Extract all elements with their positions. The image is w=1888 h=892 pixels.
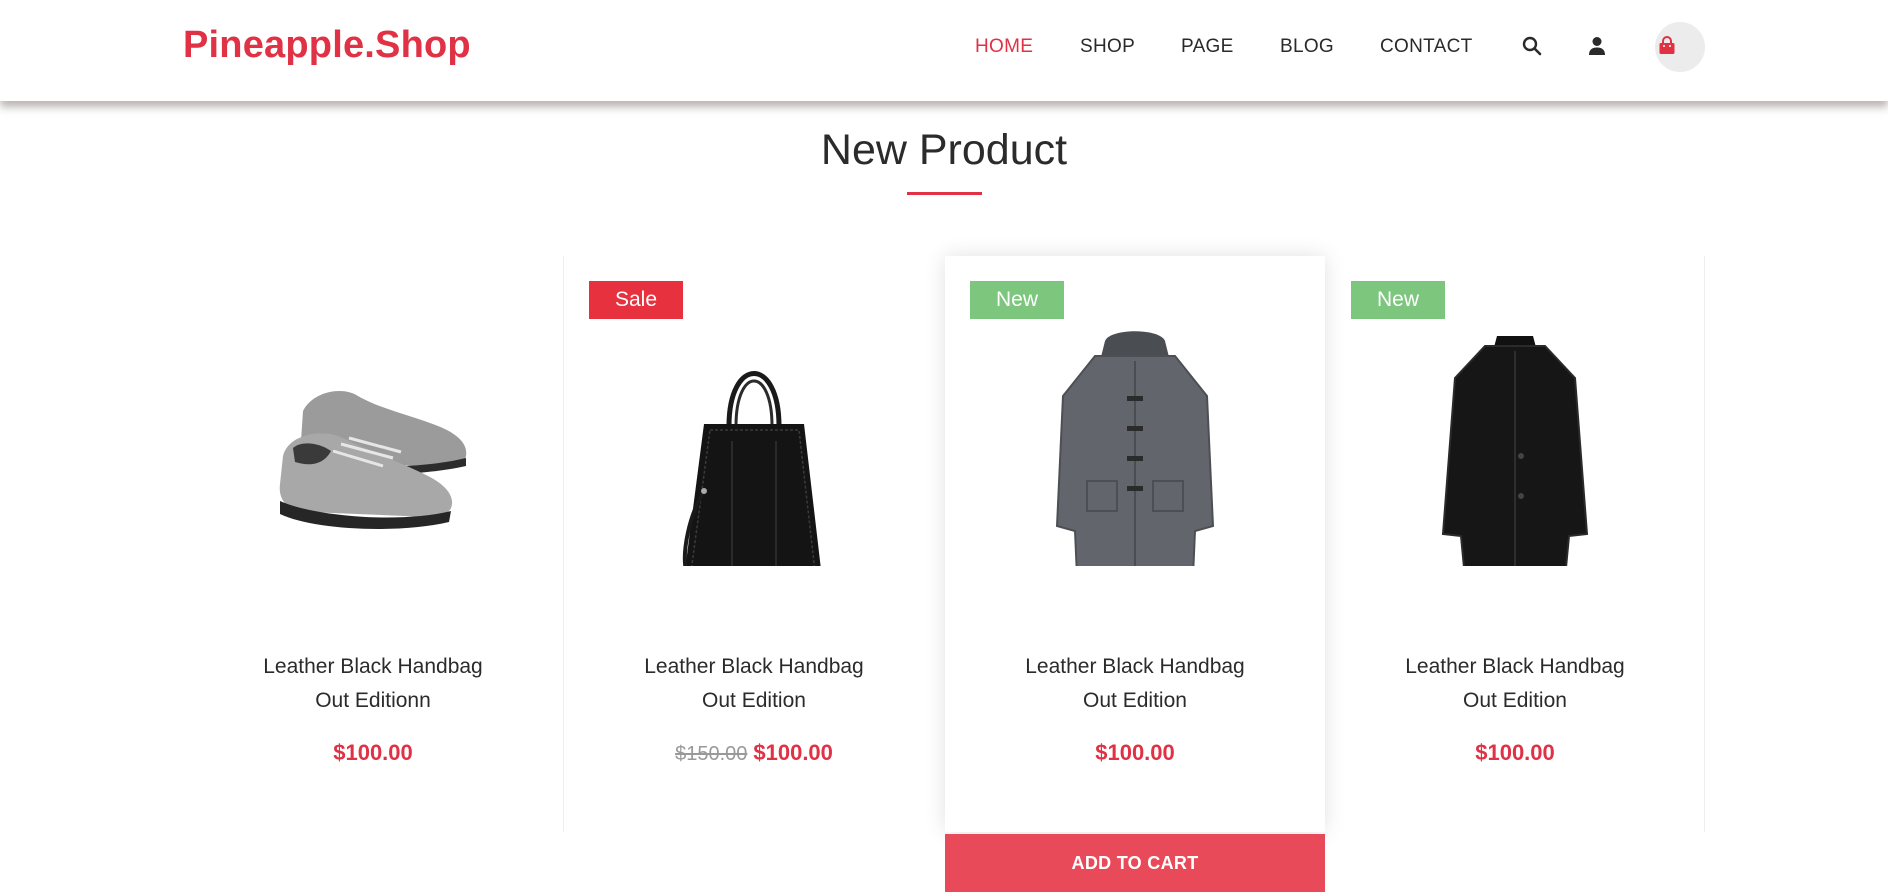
product-name[interactable]: Leather Black Handbag Out Edition <box>584 650 924 718</box>
product-name[interactable]: Leather Black Handbag Out Edition <box>965 650 1305 718</box>
nav-shop[interactable]: SHOP <box>1080 36 1135 58</box>
product-name[interactable]: Leather Black Handbag Out Edition <box>1345 650 1685 718</box>
nav-blog[interactable]: BLOG <box>1280 36 1334 58</box>
nav-page[interactable]: PAGE <box>1181 36 1234 58</box>
product-card[interactable]: Sale Leather Black Handbag Out Edition $… <box>563 256 943 832</box>
shopping-bag-icon <box>1659 36 1675 54</box>
site-header: Pineapple.Shop HOME SHOP PAGE BLOG CONTA… <box>0 0 1888 101</box>
product-price: $100.00 <box>1095 740 1175 765</box>
new-badge: New <box>970 281 1064 319</box>
nav-home[interactable]: HOME <box>975 36 1033 58</box>
product-price: $100.00 <box>333 740 413 765</box>
product-price: $100.00 <box>753 740 833 765</box>
product-price-row: $100.00 <box>945 740 1325 766</box>
product-name[interactable]: Leather Black Handbag Out Editionn <box>203 650 543 718</box>
add-to-cart-button[interactable]: ADD TO CART <box>945 834 1325 892</box>
section-title: New Product <box>820 126 1068 174</box>
product-image-sneakers[interactable] <box>183 316 563 566</box>
product-card[interactable]: Leather Black Handbag Out Editionn $100.… <box>183 256 563 832</box>
product-image-black-coat[interactable] <box>1325 316 1705 566</box>
product-price: $100.00 <box>1475 740 1555 765</box>
product-price-row: $150.00 $100.00 <box>564 740 944 766</box>
old-price: $150.00 <box>675 743 748 765</box>
cart-button[interactable] <box>1655 22 1705 72</box>
user-icon[interactable] <box>1585 34 1609 58</box>
product-price-row: $100.00 <box>183 740 563 766</box>
product-image-duffle-coat[interactable] <box>945 316 1325 566</box>
sale-badge: Sale <box>589 281 683 319</box>
search-icon[interactable] <box>1520 34 1544 58</box>
site-logo[interactable]: Pineapple.Shop <box>183 24 471 67</box>
nav-contact[interactable]: CONTACT <box>1380 36 1473 58</box>
product-image-handbag[interactable] <box>564 316 944 566</box>
product-card[interactable]: New Leather Black Handbag Out Edition $1… <box>945 256 1325 832</box>
product-price-row: $100.00 <box>1325 740 1705 766</box>
title-underline <box>907 192 982 195</box>
new-badge: New <box>1351 281 1445 319</box>
product-card[interactable]: New Leather Black Handbag Out Edition $1… <box>1325 256 1705 832</box>
